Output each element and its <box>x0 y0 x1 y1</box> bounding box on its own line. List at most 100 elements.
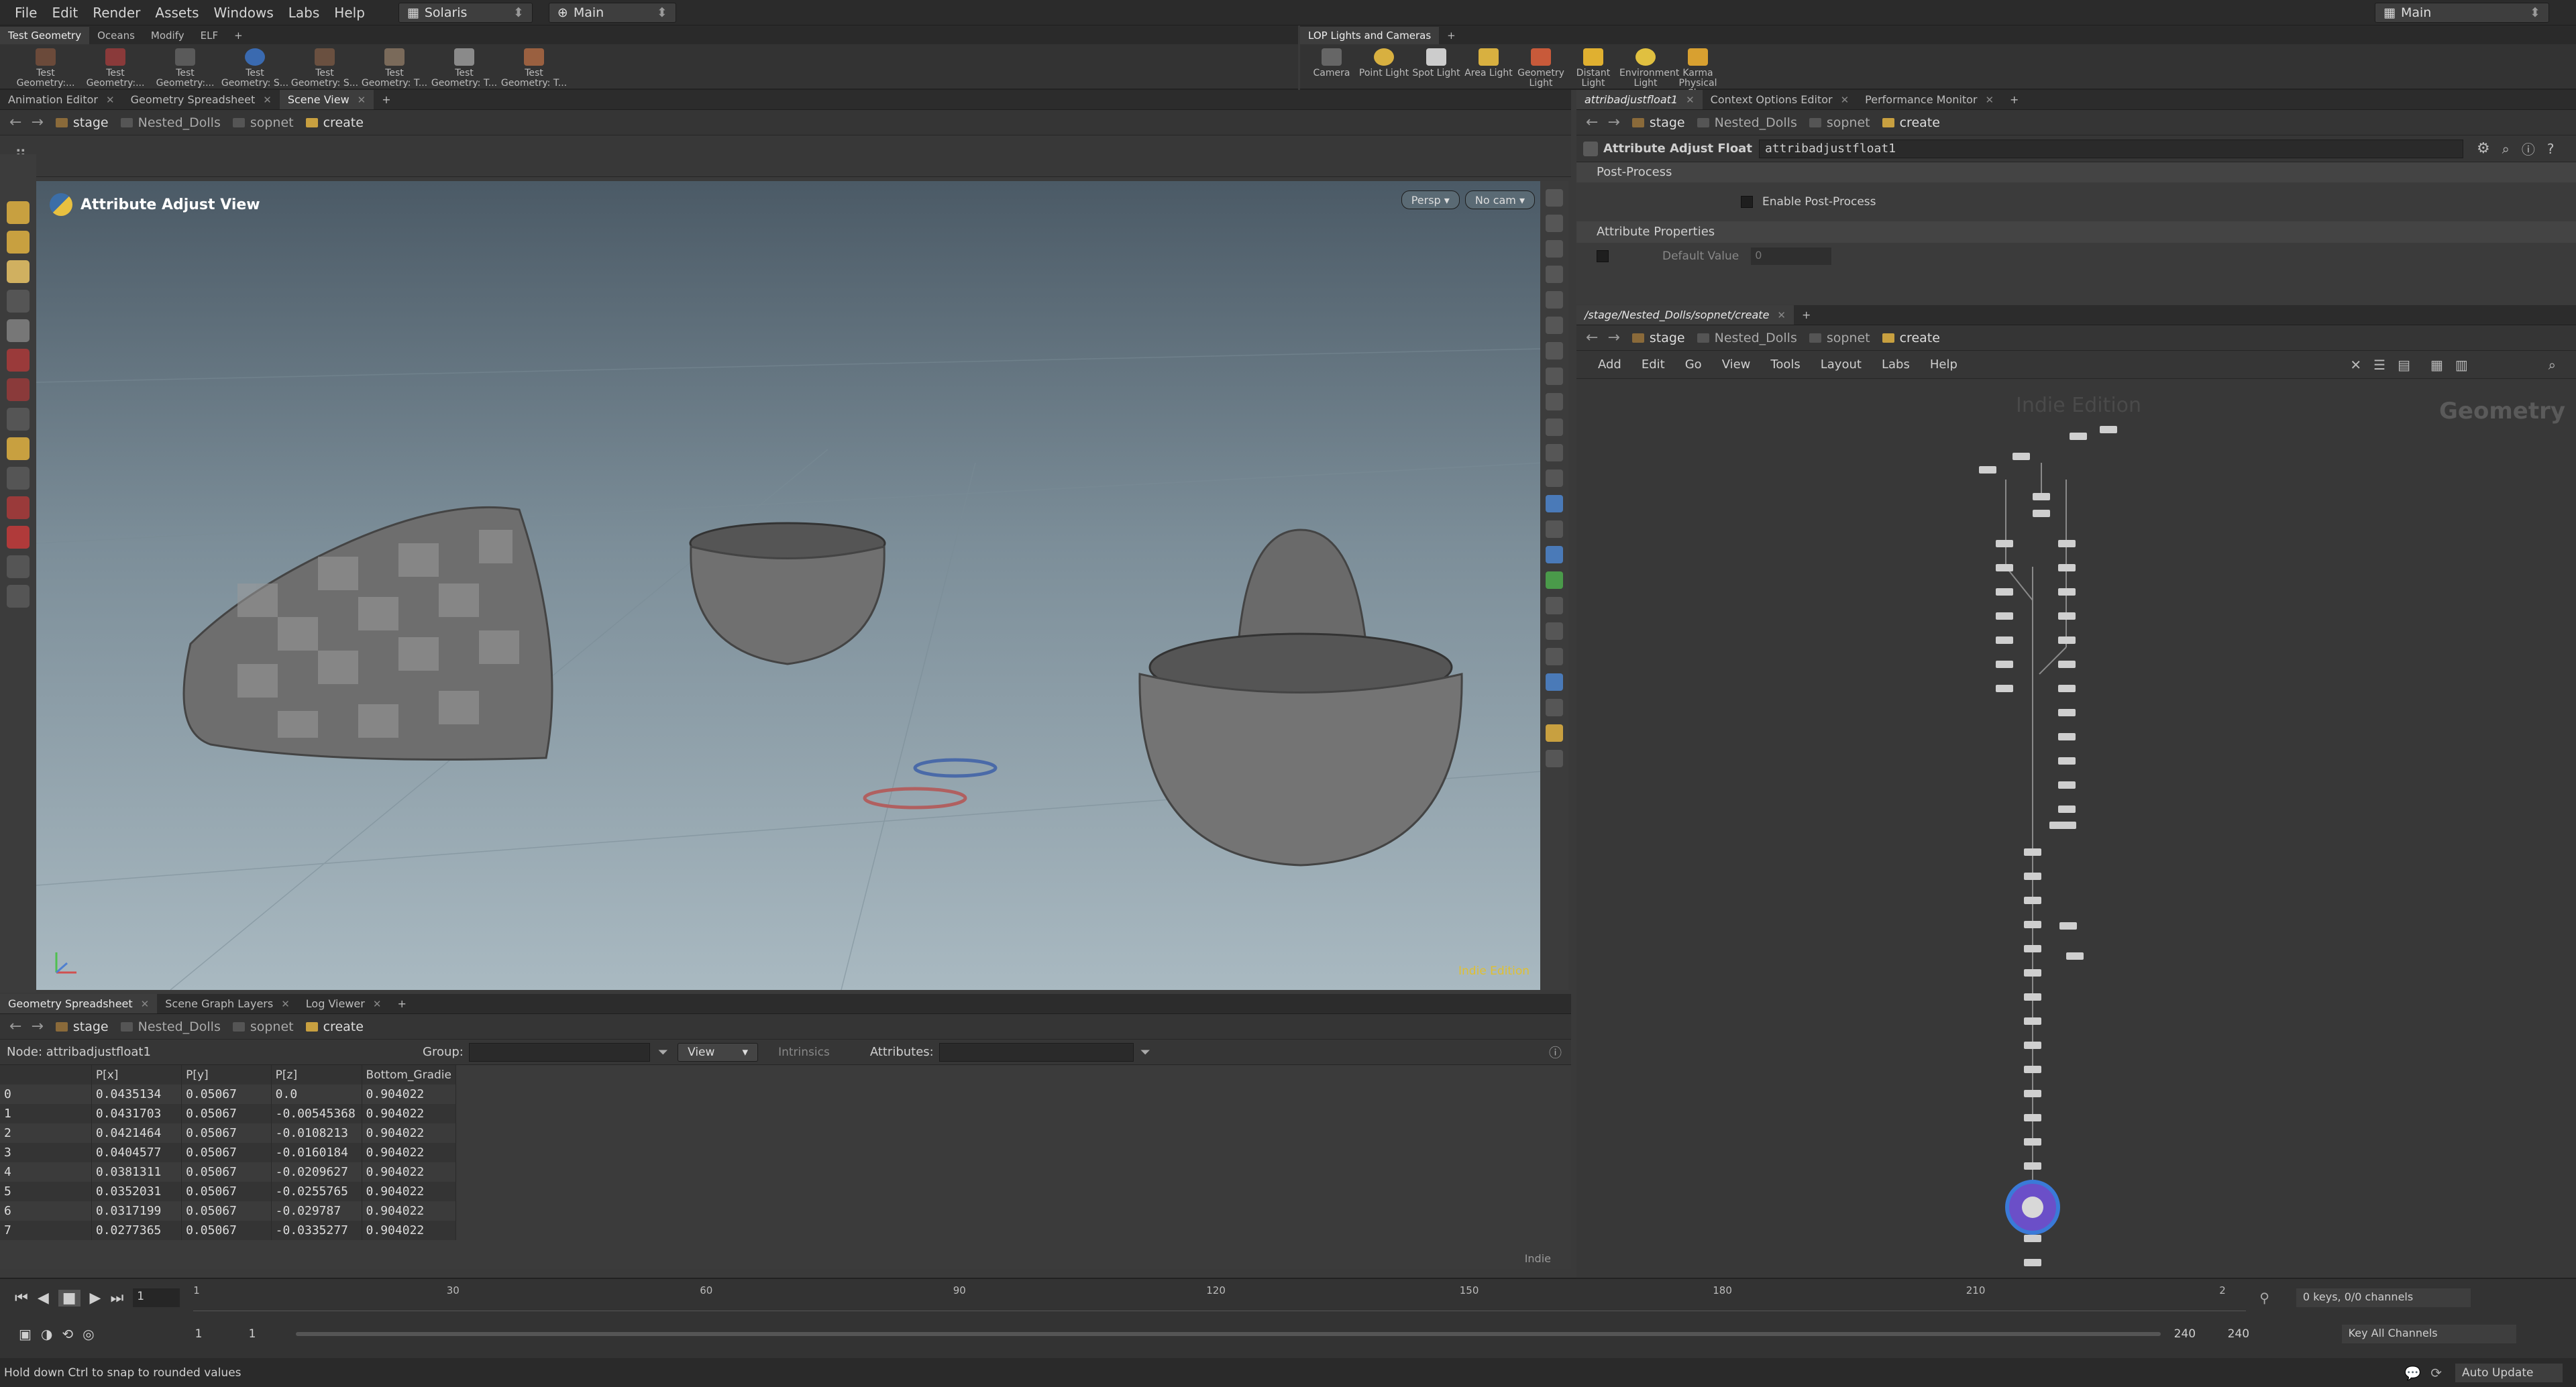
move-icon[interactable] <box>7 437 30 460</box>
graph-node[interactable] <box>2024 897 2041 904</box>
step-back-icon[interactable]: ◀ <box>38 1290 49 1307</box>
jump-end-icon[interactable]: ⏭ <box>110 1290 123 1307</box>
refresh-icon[interactable]: ⟳ <box>2430 1365 2442 1381</box>
close-icon[interactable]: ✕ <box>281 998 290 1010</box>
close-icon[interactable]: ✕ <box>373 998 382 1010</box>
image-icon[interactable] <box>1546 648 1563 665</box>
help-icon[interactable]: ? <box>2547 141 2555 157</box>
texture-icon[interactable] <box>1546 520 1563 538</box>
group-field[interactable] <box>468 1042 650 1062</box>
filter-icon[interactable]: ⏷ <box>658 1045 668 1060</box>
close-icon[interactable]: ✕ <box>263 94 272 106</box>
green-box-icon[interactable] <box>1546 571 1563 589</box>
dot-icon[interactable] <box>1546 419 1563 436</box>
key-all-button[interactable]: Key All Channels <box>2341 1325 2516 1343</box>
graph-node[interactable] <box>2058 612 2076 620</box>
graph-node[interactable] <box>2024 1162 2041 1170</box>
scale-icon[interactable] <box>7 467 30 490</box>
graph-node[interactable] <box>2024 1042 2041 1049</box>
add-shelf-tab-icon[interactable]: + <box>226 27 251 44</box>
add-tab-icon[interactable]: + <box>1794 305 1819 325</box>
table-row[interactable]: 2 0.0421464 0.05067 -0.0108213 0.904022 <box>0 1123 457 1143</box>
table-view-icon[interactable]: ▥ <box>2455 357 2468 373</box>
shelf-tool-8[interactable]: Test Geometry: T... <box>499 48 569 89</box>
layout-icon[interactable] <box>1546 724 1563 742</box>
auto-update-dropdown[interactable]: Auto Update <box>2455 1363 2563 1382</box>
graph-node[interactable] <box>1996 636 2013 644</box>
transform-tool-icon[interactable] <box>7 231 30 254</box>
graph-node[interactable] <box>2024 993 2041 1001</box>
section-post-process[interactable]: Post-Process <box>1576 162 2576 182</box>
wrench-icon[interactable]: ✕ <box>2350 357 2361 373</box>
desktop-dropdown[interactable]: ▦ Solaris ⬍ <box>398 2 533 23</box>
graph-node[interactable] <box>2058 709 2076 716</box>
light-bulb-icon[interactable] <box>1546 317 1563 334</box>
graph-node[interactable] <box>1996 588 2013 596</box>
sphere-icon[interactable] <box>1546 291 1563 309</box>
graph-node[interactable] <box>2058 636 2076 644</box>
lock-icon[interactable] <box>7 319 30 342</box>
back-arrow-icon[interactable]: ← <box>1586 329 1598 346</box>
graph-node[interactable] <box>2058 661 2076 668</box>
grid-view-icon[interactable]: ▦ <box>2430 357 2443 373</box>
range-start-field[interactable]: 1 <box>195 1327 242 1341</box>
breadcrumb-sopnet[interactable]: sopnet <box>232 1019 294 1034</box>
close-icon[interactable]: ✕ <box>141 998 150 1010</box>
edge-icon[interactable] <box>1546 444 1563 461</box>
forward-arrow-icon[interactable]: → <box>31 114 43 131</box>
forward-arrow-icon[interactable]: → <box>31 1018 43 1035</box>
shelf-tool-4[interactable]: Test Geometry: S... <box>220 48 290 89</box>
graph-node[interactable] <box>2058 781 2076 789</box>
graph-node[interactable] <box>1979 466 1996 474</box>
key-icon[interactable]: ⚲ <box>2259 1290 2269 1306</box>
shelf-tool-1[interactable]: Test Geometry:... <box>11 48 80 89</box>
tab-geometry-spreadsheet[interactable]: Geometry Spreadsheet ✕ <box>0 994 158 1013</box>
intrinsics-label[interactable]: Intrinsics <box>778 1046 830 1059</box>
doll-bowl-small[interactable] <box>690 545 885 665</box>
breadcrumb-stage[interactable]: stage <box>1631 115 1685 130</box>
table-row[interactable]: 7 0.0277365 0.05067 -0.0335277 0.904022 <box>0 1221 457 1240</box>
col-header[interactable]: Bottom_Gradie <box>362 1065 457 1085</box>
tab-scene-graph-layers[interactable]: Scene Graph Layers ✕ <box>157 994 298 1013</box>
selected-node[interactable] <box>2022 1197 2043 1218</box>
tab-context-options[interactable]: Context Options Editor ✕ <box>1703 90 1858 109</box>
info-icon[interactable]: ⓘ <box>2522 139 2535 158</box>
context-dropdown[interactable]: ⊕ Main ⬍ <box>548 2 676 23</box>
graph-node[interactable] <box>1996 564 2013 571</box>
graph-node[interactable] <box>1996 540 2013 547</box>
brush-icon[interactable] <box>1546 368 1563 385</box>
graph-node[interactable] <box>2024 873 2041 880</box>
close-icon[interactable]: ✕ <box>358 94 366 106</box>
diamond-icon[interactable] <box>1546 546 1563 563</box>
graph-node[interactable] <box>2058 806 2076 813</box>
loop-icon[interactable]: ⟲ <box>62 1326 73 1342</box>
network-canvas[interactable]: Geometry Indie Edition <box>1576 379 2576 1278</box>
add-shelf-tab-icon[interactable]: + <box>1439 27 1464 44</box>
shelf-tab-oceans[interactable]: Oceans <box>89 27 143 44</box>
graph-node[interactable] <box>2012 453 2030 460</box>
breadcrumb-sopnet[interactable]: sopnet <box>1809 115 1870 130</box>
back-arrow-icon[interactable]: ← <box>9 114 21 131</box>
realtime-icon[interactable]: ▣ <box>19 1326 32 1342</box>
current-frame-field[interactable]: 1 <box>133 1288 180 1307</box>
magnet-icon[interactable] <box>7 349 30 372</box>
shelf-tool-2[interactable]: Test Geometry:... <box>80 48 150 89</box>
graph-node[interactable] <box>2058 685 2076 692</box>
shelf-tool-7[interactable]: Test Geometry: T... <box>429 48 499 89</box>
breadcrumb-create[interactable]: create <box>1882 115 1940 130</box>
breadcrumb-sopnet[interactable]: sopnet <box>232 115 294 130</box>
breadcrumb-stage[interactable]: stage <box>55 1019 109 1034</box>
graph-node[interactable] <box>2058 540 2076 547</box>
search-icon[interactable]: ⌕ <box>2548 357 2556 373</box>
col-header[interactable]: P[z] <box>271 1065 362 1085</box>
graph-node[interactable] <box>2024 1259 2041 1266</box>
breadcrumb-nested-dolls[interactable]: Nested_Dolls <box>1697 115 1797 130</box>
shelf-tab-modify[interactable]: Modify <box>143 27 193 44</box>
sync-icon[interactable]: ◎ <box>83 1326 94 1342</box>
net-menu-layout[interactable]: Layout <box>1821 357 1862 372</box>
tag-icon[interactable] <box>1546 469 1563 487</box>
snap-icon[interactable] <box>7 378 30 401</box>
magnet-red-icon[interactable] <box>7 526 30 549</box>
net-menu-help[interactable]: Help <box>1930 357 1957 372</box>
jump-start-icon[interactable]: ⏮ <box>15 1290 28 1307</box>
